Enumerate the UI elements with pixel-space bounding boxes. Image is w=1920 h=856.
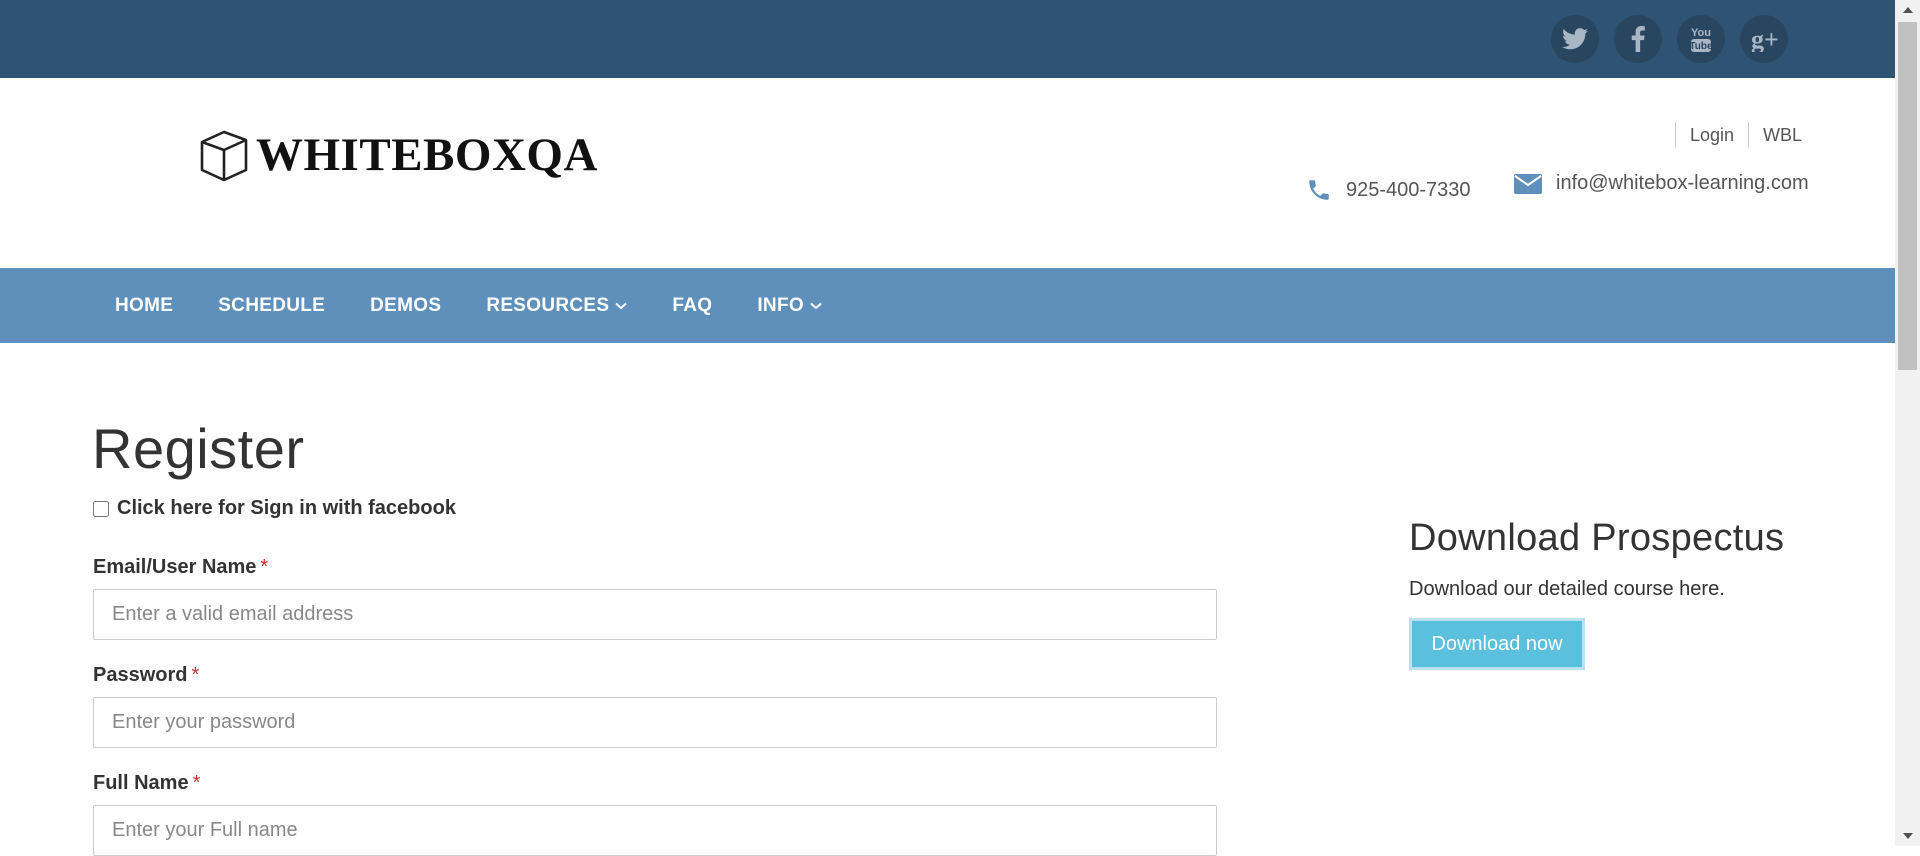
required-marker: * bbox=[192, 772, 201, 794]
password-label: Password * bbox=[93, 664, 200, 686]
nav-item-home[interactable]: HOME bbox=[115, 295, 173, 317]
envelope-icon bbox=[1514, 173, 1542, 194]
phone-icon bbox=[1309, 180, 1329, 200]
password-input[interactable] bbox=[93, 697, 1217, 748]
youtube-you-text: You bbox=[1691, 27, 1711, 39]
page-title: Register bbox=[92, 417, 305, 480]
youtube-icon[interactable]: You Tube bbox=[1677, 15, 1725, 63]
required-marker: * bbox=[260, 556, 269, 578]
nav-item-schedule[interactable]: SCHEDULE bbox=[218, 295, 325, 317]
facebook-signin-label: Click here for Sign in with facebook bbox=[117, 497, 456, 519]
login-link[interactable]: Login bbox=[1674, 122, 1748, 148]
email-label: Email/User Name * bbox=[93, 556, 269, 578]
google-plus-text: g+ bbox=[1751, 26, 1779, 52]
nav-item-demos[interactable]: DEMOS bbox=[370, 295, 441, 317]
site-logo[interactable]: WHITEBOXQA bbox=[198, 126, 598, 184]
chevron-down-icon bbox=[615, 302, 628, 309]
google-plus-icon[interactable]: g+ bbox=[1740, 15, 1788, 63]
facebook-icon[interactable] bbox=[1614, 15, 1662, 63]
scroll-down-arrow-icon[interactable] bbox=[1895, 826, 1920, 846]
facebook-signin-checkbox[interactable] bbox=[93, 500, 109, 517]
scroll-thumb[interactable] bbox=[1898, 22, 1917, 370]
phone-number: 925-400-7330 bbox=[1346, 178, 1471, 201]
chevron-down-icon bbox=[810, 302, 822, 309]
scroll-up-arrow-icon[interactable] bbox=[1895, 0, 1920, 20]
nav-item-resources[interactable]: RESOURCES bbox=[486, 295, 628, 317]
email-input[interactable] bbox=[93, 589, 1217, 640]
cube-logo-icon bbox=[200, 130, 248, 182]
download-prospectus-title: Download Prospectus bbox=[1409, 517, 1785, 559]
page-scrollbar[interactable] bbox=[1895, 0, 1920, 846]
logo-text: WHITEBOXQA bbox=[256, 129, 598, 181]
full-name-input[interactable] bbox=[93, 805, 1217, 856]
nav-item-faq[interactable]: FAQ bbox=[672, 295, 712, 317]
email-address: info@whitebox-learning.com bbox=[1556, 172, 1809, 194]
download-now-button[interactable]: Download now bbox=[1409, 618, 1585, 670]
top-social-bar: You Tube g+ bbox=[0, 0, 1895, 78]
main-nav: HOME SCHEDULE DEMOS RESOURCES FAQ INFO bbox=[0, 268, 1895, 343]
header-top-links: Login WBL bbox=[1674, 122, 1802, 148]
wbl-link[interactable]: WBL bbox=[1747, 122, 1802, 148]
email-contact[interactable]: info@whitebox-learning.com bbox=[1514, 172, 1809, 195]
youtube-tube-text: Tube bbox=[1689, 41, 1713, 52]
download-prospectus-text: Download our detailed course here. bbox=[1409, 578, 1725, 600]
twitter-icon[interactable] bbox=[1551, 15, 1599, 63]
facebook-signin-checkbox-row[interactable]: Click here for Sign in with facebook bbox=[93, 497, 456, 520]
nav-item-info[interactable]: INFO bbox=[757, 295, 822, 317]
required-marker: * bbox=[191, 664, 200, 686]
phone-contact[interactable]: 925-400-7330 bbox=[1306, 176, 1471, 204]
full-name-label: Full Name * bbox=[93, 772, 201, 794]
